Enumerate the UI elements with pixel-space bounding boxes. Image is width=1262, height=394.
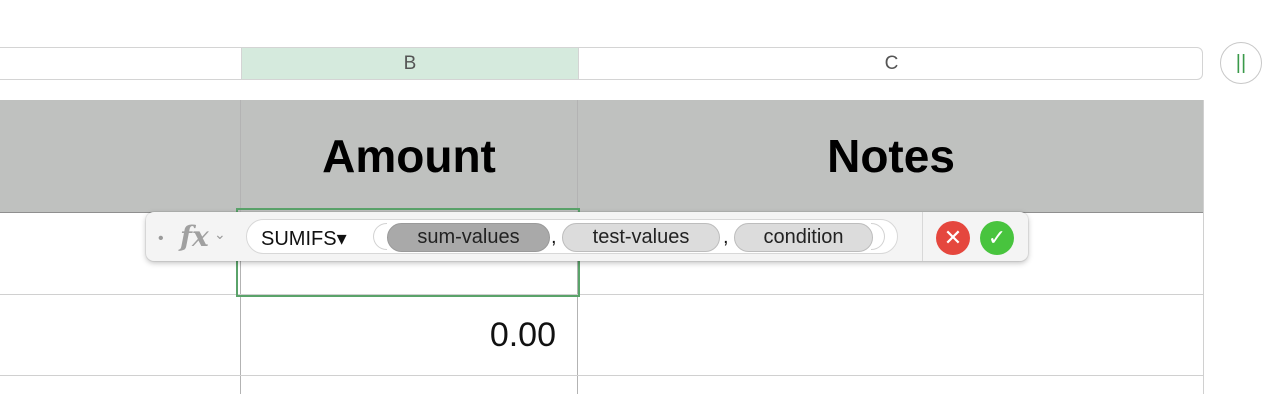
- argument-token-test-values[interactable]: test-values: [562, 223, 720, 252]
- formula-input[interactable]: SUMIFS▾ sum-values , test-values , condi…: [246, 219, 898, 254]
- grid-line: [0, 375, 1204, 376]
- close-icon: ✕: [943, 225, 963, 250]
- function-icon[interactable]: fx: [180, 220, 209, 253]
- column-header-a[interactable]: [0, 48, 242, 79]
- column-header-c-label: C: [884, 52, 899, 74]
- grid-line: [1203, 100, 1204, 394]
- header-amount-label: Amount: [322, 130, 496, 182]
- column-header-c[interactable]: C: [579, 48, 1202, 79]
- grid-line: [0, 294, 1204, 295]
- header-cell-notes[interactable]: Notes: [578, 100, 1204, 212]
- function-name-token[interactable]: SUMIFS▾: [261, 226, 347, 251]
- header-notes-label: Notes: [827, 130, 955, 182]
- close-paren: [871, 223, 885, 250]
- argument-label: test-values: [592, 226, 690, 248]
- header-cell-a[interactable]: [0, 100, 240, 212]
- dropdown-arrow-icon: ▾: [336, 228, 347, 250]
- cell-amount-value: 0.00: [489, 316, 556, 354]
- divider: [922, 212, 923, 261]
- argument-separator: ,: [551, 226, 557, 248]
- column-header-bar: B C: [0, 47, 1203, 80]
- freeze-columns-button[interactable]: ||: [1220, 42, 1262, 84]
- chevron-down-icon[interactable]: ⌄: [214, 226, 226, 243]
- argument-separator: ,: [723, 226, 729, 248]
- argument-label: condition: [763, 226, 844, 248]
- column-header-b-label: B: [403, 52, 417, 74]
- open-paren: [373, 223, 387, 250]
- header-row: Amount Notes: [0, 100, 1204, 213]
- pause-bars-icon: ||: [1235, 51, 1247, 74]
- argument-token-condition[interactable]: condition: [734, 223, 873, 252]
- drag-handle-icon[interactable]: •: [158, 230, 164, 248]
- header-cell-amount[interactable]: Amount: [241, 100, 577, 212]
- cancel-button[interactable]: ✕: [936, 221, 970, 255]
- argument-token-sum-values[interactable]: sum-values: [387, 223, 550, 252]
- formula-editor: • fx ⌄ SUMIFS▾ sum-values , test-values …: [146, 212, 1028, 261]
- column-header-b[interactable]: B: [242, 48, 579, 79]
- cell-amount[interactable]: 0.00: [241, 316, 556, 355]
- function-name: SUMIFS: [261, 228, 337, 250]
- accept-button[interactable]: ✓: [980, 221, 1014, 255]
- checkmark-icon: ✓: [987, 225, 1007, 250]
- argument-label: sum-values: [417, 226, 520, 248]
